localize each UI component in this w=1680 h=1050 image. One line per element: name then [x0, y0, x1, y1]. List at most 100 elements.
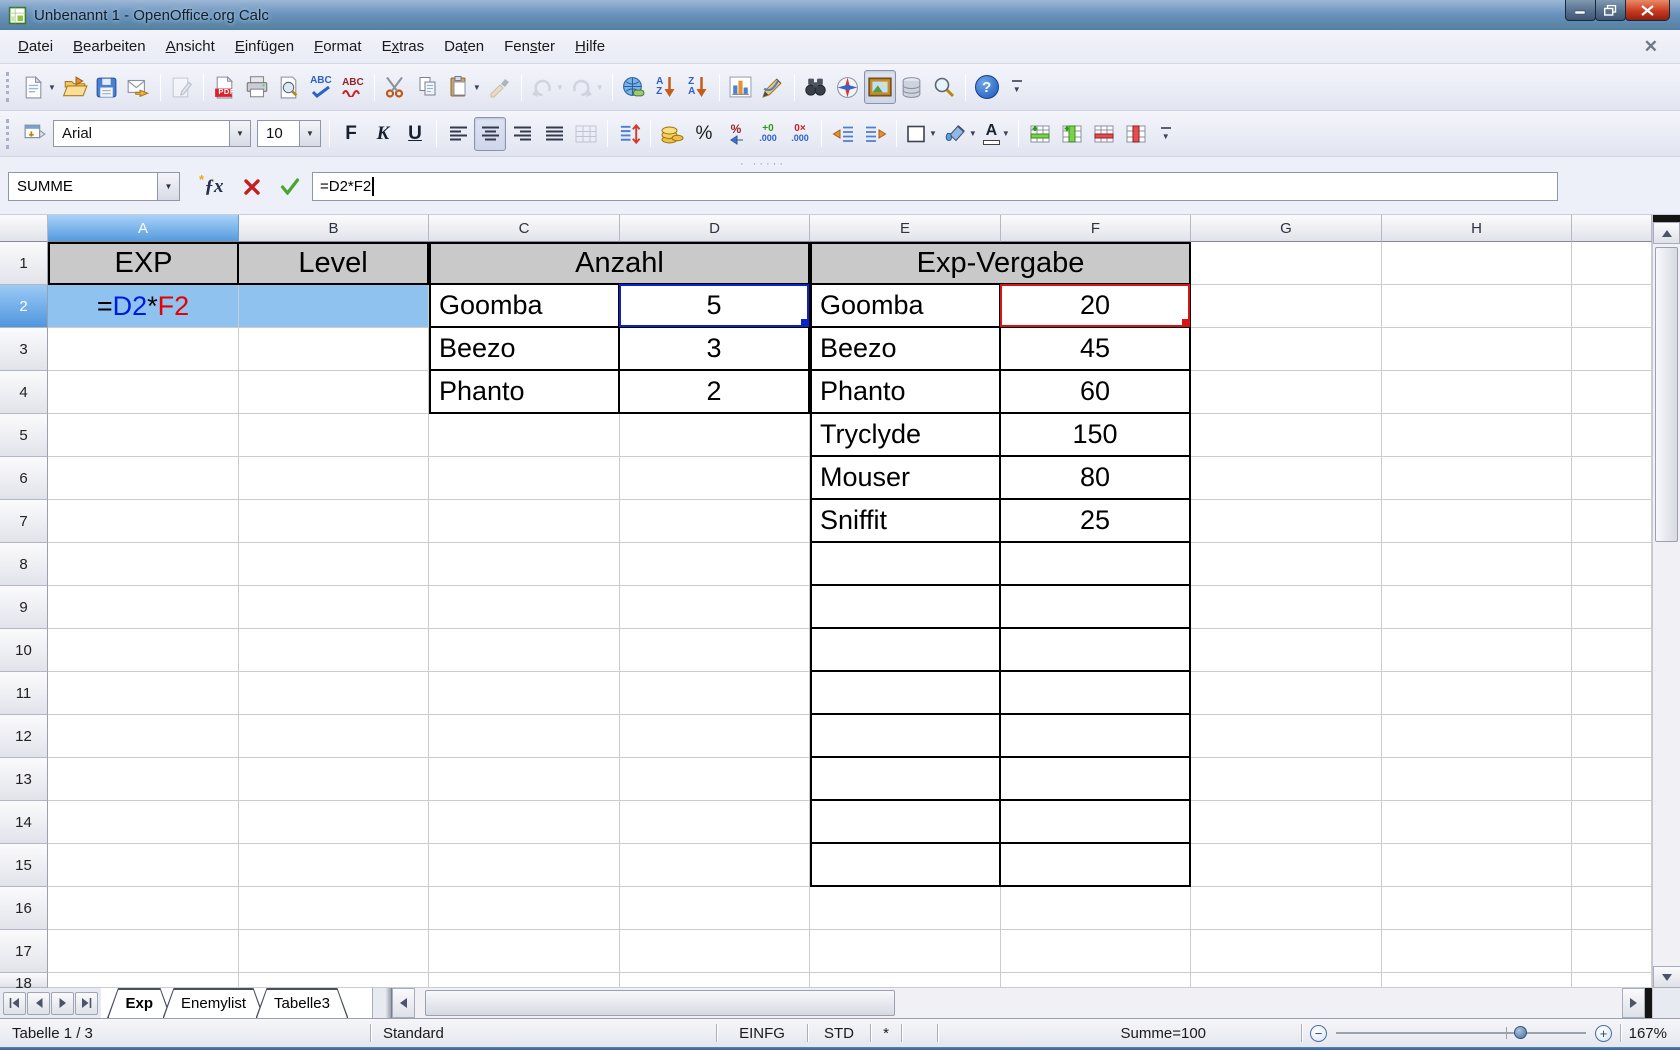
status-sum[interactable]: Summe=100 [938, 1019, 1301, 1047]
cell[interactable] [239, 629, 429, 672]
cell-e6[interactable]: Mouser [810, 457, 1001, 500]
row-header[interactable]: 15 [0, 844, 48, 887]
menu-extras[interactable]: Extras [372, 33, 435, 60]
cell-c4[interactable]: Phanto [429, 371, 620, 414]
menu-fenster[interactable]: Fenster [494, 33, 565, 60]
cell[interactable] [1191, 672, 1382, 715]
zoom-in-button[interactable]: + [1595, 1025, 1612, 1042]
cell[interactable] [48, 672, 239, 715]
toolbar-grip[interactable] [6, 119, 13, 149]
cell-d4[interactable]: 2 [620, 371, 810, 414]
previous-sheet-button[interactable] [27, 992, 50, 1015]
data-sources-button[interactable] [896, 70, 928, 104]
cell[interactable] [810, 672, 1001, 715]
cell[interactable] [1191, 242, 1382, 285]
cell[interactable] [1572, 715, 1652, 758]
last-sheet-button[interactable] [75, 992, 98, 1015]
row-header[interactable]: 10 [0, 629, 48, 672]
cell[interactable] [1191, 715, 1382, 758]
cell[interactable] [239, 758, 429, 801]
column-header-f[interactable]: F [1001, 215, 1191, 242]
cell[interactable] [620, 758, 810, 801]
cell[interactable] [1572, 285, 1652, 328]
row-header[interactable]: 12 [0, 715, 48, 758]
scroll-up-button[interactable] [1653, 222, 1680, 244]
cell[interactable] [1572, 801, 1652, 844]
cell-b2[interactable] [239, 285, 429, 328]
row-header[interactable]: 1 [0, 242, 48, 285]
cell[interactable] [1572, 242, 1652, 285]
cell[interactable] [1572, 629, 1652, 672]
column-header-g[interactable]: G [1191, 215, 1382, 242]
row-header[interactable]: 9 [0, 586, 48, 629]
row-header[interactable]: 14 [0, 801, 48, 844]
cell[interactable] [810, 973, 1001, 988]
cell[interactable] [239, 414, 429, 457]
cell[interactable] [1001, 715, 1191, 758]
cell[interactable] [1191, 543, 1382, 586]
scroll-down-button[interactable] [1653, 966, 1680, 988]
cell[interactable] [1382, 414, 1572, 457]
cell-e7[interactable]: Sniffit [810, 500, 1001, 543]
cell[interactable] [48, 457, 239, 500]
cell[interactable] [620, 801, 810, 844]
font-size-combobox[interactable]: 10 ▼ [257, 120, 321, 147]
status-insert-mode[interactable]: EINFG [717, 1019, 807, 1047]
column-header-c[interactable]: C [429, 215, 620, 242]
menu-einfuegen[interactable]: Einfügen [225, 33, 304, 60]
copy-button[interactable] [412, 70, 444, 104]
zoom-button[interactable] [928, 70, 960, 104]
font-name-value[interactable]: Arial [54, 125, 229, 142]
column-header-partial[interactable] [1572, 215, 1652, 242]
delete-columns-button[interactable] [1120, 117, 1152, 151]
cell[interactable] [48, 758, 239, 801]
function-wizard-button[interactable]: ƒx* [198, 172, 230, 201]
column-header-b[interactable]: B [239, 215, 429, 242]
cell[interactable] [620, 844, 810, 887]
cell[interactable] [429, 414, 620, 457]
justify-button[interactable] [538, 117, 570, 151]
cell[interactable] [1382, 844, 1572, 887]
cell[interactable] [48, 930, 239, 973]
cell[interactable] [429, 629, 620, 672]
chevron-down-icon[interactable]: ▼ [48, 83, 56, 92]
minimize-button[interactable] [1565, 0, 1596, 21]
cell[interactable] [429, 457, 620, 500]
cell-f5[interactable]: 150 [1001, 414, 1191, 457]
cell[interactable] [620, 586, 810, 629]
name-box[interactable]: SUMME ▼ [8, 172, 180, 201]
email-button[interactable] [123, 70, 155, 104]
spellcheck-button[interactable]: ABC [305, 70, 337, 104]
menu-datei[interactable]: Datei [8, 33, 63, 60]
save-button[interactable] [91, 70, 123, 104]
cell[interactable] [620, 930, 810, 973]
cell[interactable] [1572, 672, 1652, 715]
cell[interactable] [239, 887, 429, 930]
underline-button[interactable]: U [399, 117, 431, 151]
cell[interactable] [1382, 500, 1572, 543]
accept-button[interactable] [274, 172, 306, 201]
cell[interactable] [48, 586, 239, 629]
cell[interactable] [620, 715, 810, 758]
cell[interactable] [1191, 586, 1382, 629]
cell-b1[interactable]: Level [239, 242, 429, 285]
zoom-out-button[interactable]: − [1310, 1025, 1327, 1042]
cell[interactable] [810, 629, 1001, 672]
cell[interactable] [1191, 930, 1382, 973]
delete-rows-button[interactable] [1088, 117, 1120, 151]
menu-format[interactable]: Format [304, 33, 372, 60]
chevron-down-icon[interactable]: ▼ [229, 121, 250, 146]
cell[interactable] [1572, 328, 1652, 371]
cell-c2[interactable]: Goomba [429, 285, 620, 328]
cell[interactable] [1001, 801, 1191, 844]
zoom-slider[interactable] [1336, 1032, 1586, 1034]
cell[interactable] [1572, 414, 1652, 457]
sort-ascending-button[interactable]: AZ [650, 70, 682, 104]
cell[interactable] [1001, 930, 1191, 973]
cell[interactable] [429, 500, 620, 543]
next-sheet-button[interactable] [51, 992, 74, 1015]
help-button[interactable]: ? [971, 70, 1003, 104]
auto-spellcheck-button[interactable]: ABC [337, 70, 369, 104]
menu-daten[interactable]: Daten [434, 33, 494, 60]
cell[interactable] [1382, 457, 1572, 500]
